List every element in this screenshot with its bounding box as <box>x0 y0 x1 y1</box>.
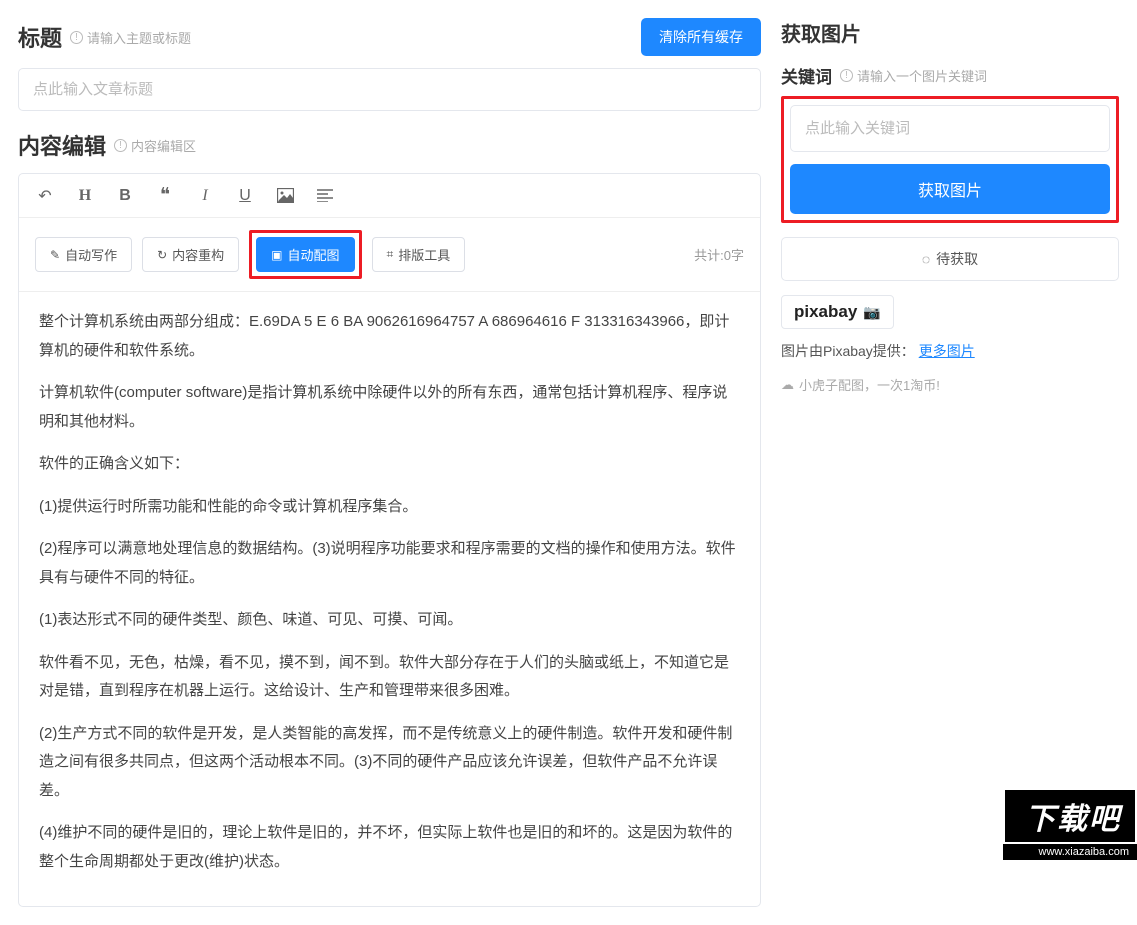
restructure-button[interactable]: ↻ 内容重构 <box>142 237 239 272</box>
editor-box: ↶ H B ❝ I U ✎ 自动写作 ↻ <box>18 173 761 907</box>
layout-tool-label: 排版工具 <box>398 245 450 264</box>
toolbar-formatting: ↶ H B ❝ I U <box>19 174 760 218</box>
paragraph: (1)表达形式不同的硬件类型、颜色、味道、可见、可摸、可闻。 <box>39 606 740 635</box>
watermark-url: www.xiazaiba.com <box>1003 844 1137 860</box>
clear-cache-button[interactable]: 清除所有缓存 <box>641 18 761 56</box>
pencil-icon: ✎ <box>50 248 60 262</box>
bold-icon[interactable]: B <box>115 187 135 205</box>
editor-hint-text: 内容编辑区 <box>131 136 196 155</box>
pixabay-badge: pixabay 📷 <box>781 295 894 329</box>
get-image-title: 获取图片 <box>781 18 1119 47</box>
editor-label: 内容编辑 <box>18 129 106 161</box>
undo-icon[interactable]: ↶ <box>35 186 55 206</box>
auto-image-label: 自动配图 <box>288 245 340 264</box>
title-section-header: 标题 ! 请输入主题或标题 清除所有缓存 <box>18 18 761 56</box>
pending-button[interactable]: ◌ 待获取 <box>781 237 1119 281</box>
attribution: 图片由Pixabay提供： 更多图片 <box>781 341 1119 361</box>
paragraph: 软件的正确含义如下： <box>39 450 740 479</box>
attribution-prefix: 图片由Pixabay提供： <box>781 343 915 359</box>
keyword-hint: ! 请输入一个图片关键词 <box>840 66 987 85</box>
highlight-auto-image: ▣ 自动配图 <box>249 230 361 279</box>
image-tag-icon: ▣ <box>271 248 282 262</box>
toolbar-actions: ✎ 自动写作 ↻ 内容重构 ▣ 自动配图 ⌗ 排版工具 共计:0字 <box>19 218 760 292</box>
editor-content[interactable]: 整个计算机系统由两部分组成：E.69DA 5 E 6 BA 9062616964… <box>19 292 760 906</box>
paragraph: (2)程序可以满意地处理信息的数据结构。(3)说明程序功能要求和程序需要的文档的… <box>39 535 740 592</box>
watermark-main: 下载吧 <box>1003 788 1137 844</box>
heading-icon[interactable]: H <box>75 187 95 205</box>
footer-note: ☁ 小虎子配图，一次1淘币! <box>781 375 1119 394</box>
auto-write-label: 自动写作 <box>65 245 117 264</box>
info-icon: ! <box>114 139 127 152</box>
paragraph: 计算机软件(computer software)是指计算机系统中除硬件以外的所有… <box>39 379 740 436</box>
footer-note-text: 小虎子配图，一次1淘币! <box>799 375 940 394</box>
cloud-icon: ☁ <box>781 377 794 393</box>
editor-hint: ! 内容编辑区 <box>114 136 196 155</box>
word-count: 共计:0字 <box>694 245 744 264</box>
align-icon[interactable] <box>315 189 335 202</box>
watermark: 下载吧 www.xiazaiba.com <box>1003 788 1137 860</box>
info-icon: ! <box>70 31 83 44</box>
underline-icon[interactable]: U <box>235 187 255 205</box>
refresh-icon: ↻ <box>157 248 167 262</box>
more-images-link[interactable]: 更多图片 <box>919 343 975 359</box>
auto-write-button[interactable]: ✎ 自动写作 <box>35 237 132 272</box>
title-hint-text: 请输入主题或标题 <box>87 28 191 47</box>
paragraph: 整个计算机系统由两部分组成：E.69DA 5 E 6 BA 9062616964… <box>39 308 740 365</box>
article-title-input[interactable] <box>18 68 761 111</box>
camera-icon: 📷 <box>859 304 880 320</box>
loading-icon: ◌ <box>922 251 930 267</box>
layout-icon: ⌗ <box>387 247 394 262</box>
paragraph: 软件看不见，无色，枯燥，看不见，摸不到，闻不到。软件大部分存在于人们的头脑或纸上… <box>39 649 740 706</box>
keyword-label: 关键词 <box>781 63 832 88</box>
info-icon: ! <box>840 69 853 82</box>
auto-image-button[interactable]: ▣ 自动配图 <box>256 237 354 272</box>
keyword-header: 关键词 ! 请输入一个图片关键词 <box>781 63 1119 88</box>
pending-label: 待获取 <box>936 249 978 269</box>
restructure-label: 内容重构 <box>172 245 224 264</box>
get-image-button[interactable]: 获取图片 <box>790 164 1110 214</box>
highlight-keyword-box: 获取图片 <box>781 96 1119 223</box>
paragraph: (4)维护不同的硬件是旧的，理论上软件是旧的，并不坏，但实际上软件也是旧的和坏的… <box>39 819 740 876</box>
quote-icon[interactable]: ❝ <box>155 184 175 207</box>
editor-section-header: 内容编辑 ! 内容编辑区 <box>18 129 761 161</box>
keyword-hint-text: 请输入一个图片关键词 <box>857 66 987 85</box>
paragraph: (2)生产方式不同的软件是开发，是人类智能的高发挥，而不是传统意义上的硬件制造。… <box>39 720 740 806</box>
title-label: 标题 <box>18 21 62 53</box>
layout-tool-button[interactable]: ⌗ 排版工具 <box>372 237 466 272</box>
pixabay-text: pixabay <box>794 302 857 321</box>
title-hint: ! 请输入主题或标题 <box>70 28 191 47</box>
italic-icon[interactable]: I <box>195 187 215 205</box>
image-icon[interactable] <box>275 188 295 203</box>
paragraph: (1)提供运行时所需功能和性能的命令或计算机程序集合。 <box>39 493 740 522</box>
keyword-input[interactable] <box>790 105 1110 152</box>
